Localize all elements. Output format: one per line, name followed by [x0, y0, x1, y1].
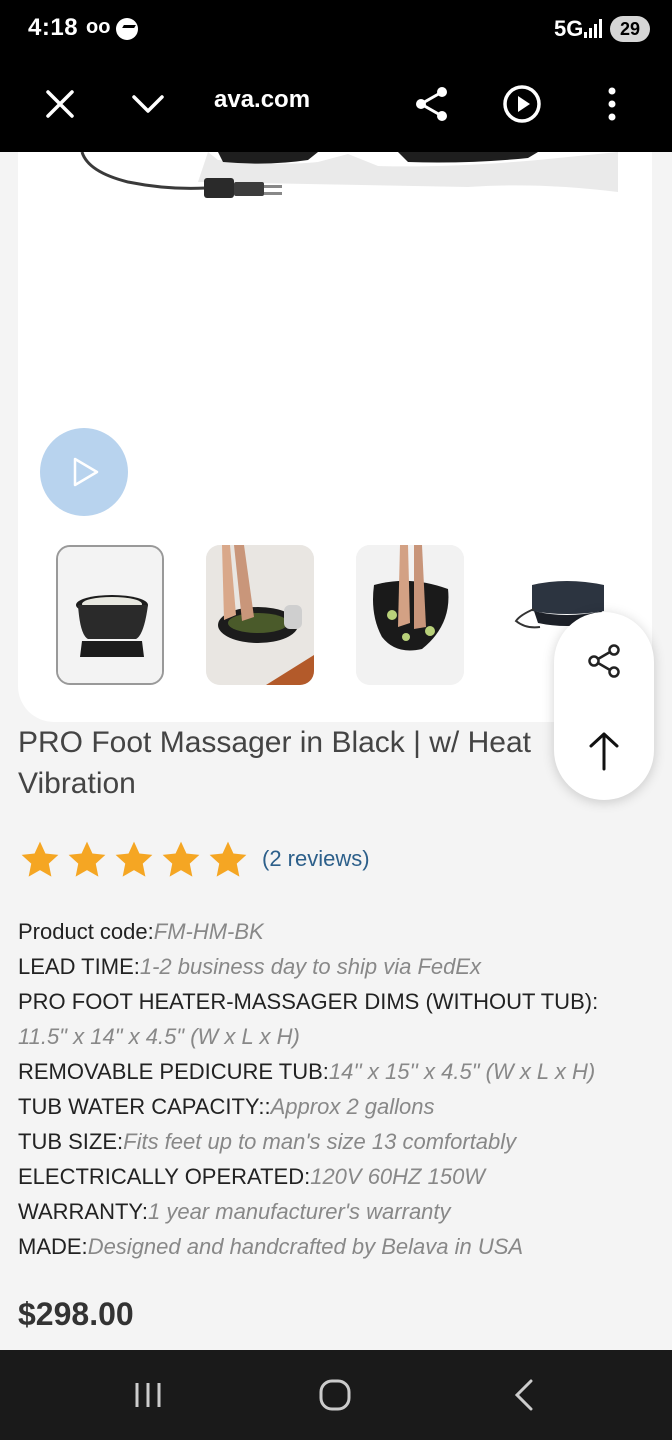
reviews-link[interactable]: (2 reviews)	[262, 846, 370, 872]
spec-label: LEAD TIME:	[18, 954, 140, 979]
messenger-icon	[116, 18, 138, 40]
arrow-up-icon	[589, 732, 619, 771]
recents-button[interactable]	[118, 1370, 178, 1420]
spec-label: ELECTRICALLY OPERATED:	[18, 1164, 311, 1189]
spec-value: FM-HM-BK	[153, 919, 264, 944]
chevron-down-icon	[132, 95, 164, 113]
product-specs: Product code:FM-HM-BK LEAD TIME:1-2 busin…	[18, 914, 658, 1264]
spec-row: LEAD TIME:1-2 business day to ship via F…	[18, 949, 658, 984]
spec-row: MADE:Designed and handcrafted by Belava …	[18, 1229, 658, 1264]
status-bar: 4:18 oo 5G 29	[0, 0, 672, 56]
play-icon	[73, 457, 99, 487]
spec-value: 1-2 business day to ship via FedEx	[139, 954, 482, 979]
close-icon	[46, 90, 74, 118]
spec-value: 1 year manufacturer's warranty	[147, 1199, 451, 1224]
back-icon	[514, 1379, 533, 1411]
floating-actions	[554, 612, 654, 800]
thumbnail-1[interactable]	[56, 545, 164, 685]
star-icon	[21, 841, 59, 877]
rating-stars	[18, 840, 253, 880]
spec-label: REMOVABLE PEDICURE TUB:	[18, 1059, 329, 1084]
spec-row: Product code:FM-HM-BK	[18, 914, 658, 949]
star-icon	[115, 841, 153, 877]
spec-row: WARRANTY:1 year manufacturer's warranty	[18, 1194, 658, 1229]
video-play-button[interactable]	[40, 428, 128, 516]
spec-row: REMOVABLE PEDICURE TUB:14'' x 15'' x 4.5…	[18, 1054, 658, 1089]
spec-row: PRO FOOT HEATER-MASSAGER DIMS (WITHOUT T…	[18, 984, 658, 1019]
browser-toolbar: ava.com	[0, 56, 672, 152]
spec-row: 11.5" x 14" x 4.5" (W x L x H)	[18, 1019, 658, 1054]
spec-value: Designed and handcrafted by Belava in US…	[87, 1234, 524, 1259]
voicemail-icon: oo	[86, 16, 111, 38]
home-button[interactable]	[305, 1370, 365, 1420]
share-button[interactable]	[406, 78, 458, 130]
spec-value: Approx 2 gallons	[270, 1094, 435, 1119]
play-circle-icon	[503, 85, 541, 123]
share-icon	[588, 644, 620, 678]
spec-label: Product code:	[18, 919, 154, 944]
scroll-to-top-button[interactable]	[579, 726, 629, 776]
spec-value: 11.5" x 14" x 4.5" (W x L x H)	[18, 1024, 300, 1049]
spec-label: MADE:	[18, 1234, 88, 1259]
star-icon	[162, 841, 200, 877]
recents-icon	[135, 1383, 161, 1407]
spec-row: ELECTRICALLY OPERATED:120V 60HZ 150W	[18, 1159, 658, 1194]
spec-label: TUB SIZE:	[18, 1129, 124, 1154]
battery-indicator: 29	[610, 16, 650, 42]
product-main-image[interactable]	[18, 152, 652, 352]
network-type: 5G	[554, 16, 584, 41]
url-text[interactable]: ava.com	[214, 86, 310, 114]
spec-row: TUB SIZE:Fits feet up to man's size 13 c…	[18, 1124, 658, 1159]
star-icon	[68, 841, 106, 877]
thumbnail-2[interactable]	[206, 545, 314, 685]
home-icon	[319, 1379, 351, 1411]
spec-label: WARRANTY:	[18, 1199, 148, 1224]
thumbnail-3[interactable]	[356, 545, 464, 685]
spec-label: PRO FOOT HEATER-MASSAGER DIMS (WITHOUT T…	[18, 989, 599, 1014]
minimize-button[interactable]	[122, 78, 174, 130]
spec-value: Fits feet up to man's size 13 comfortabl…	[123, 1129, 517, 1154]
product-price: $298.00	[18, 1296, 134, 1332]
spec-label: TUB WATER CAPACITY::	[18, 1094, 271, 1119]
play-button[interactable]	[496, 78, 548, 130]
more-vert-icon	[608, 87, 616, 121]
thumbnail-image	[356, 545, 464, 685]
spec-value: 14'' x 15'' x 4.5" (W x L x H)	[328, 1059, 596, 1084]
spec-value: 120V 60HZ 150W	[310, 1164, 486, 1189]
thumbnail-image	[58, 547, 162, 683]
spec-row: TUB WATER CAPACITY::Approx 2 gallons	[18, 1089, 658, 1124]
system-nav-bar	[0, 1350, 672, 1440]
star-icon	[209, 841, 247, 877]
close-button[interactable]	[34, 78, 86, 130]
signal-icon	[584, 18, 604, 38]
status-time: 4:18	[28, 14, 79, 41]
share-product-button[interactable]	[579, 636, 629, 686]
thumbnail-image	[206, 545, 314, 685]
product-title: PRO Foot Massager in Black | w/ Heat Vib…	[18, 726, 531, 800]
back-button[interactable]	[494, 1370, 554, 1420]
product-gallery	[18, 152, 652, 722]
share-icon	[416, 87, 447, 121]
more-options-button[interactable]	[586, 78, 638, 130]
